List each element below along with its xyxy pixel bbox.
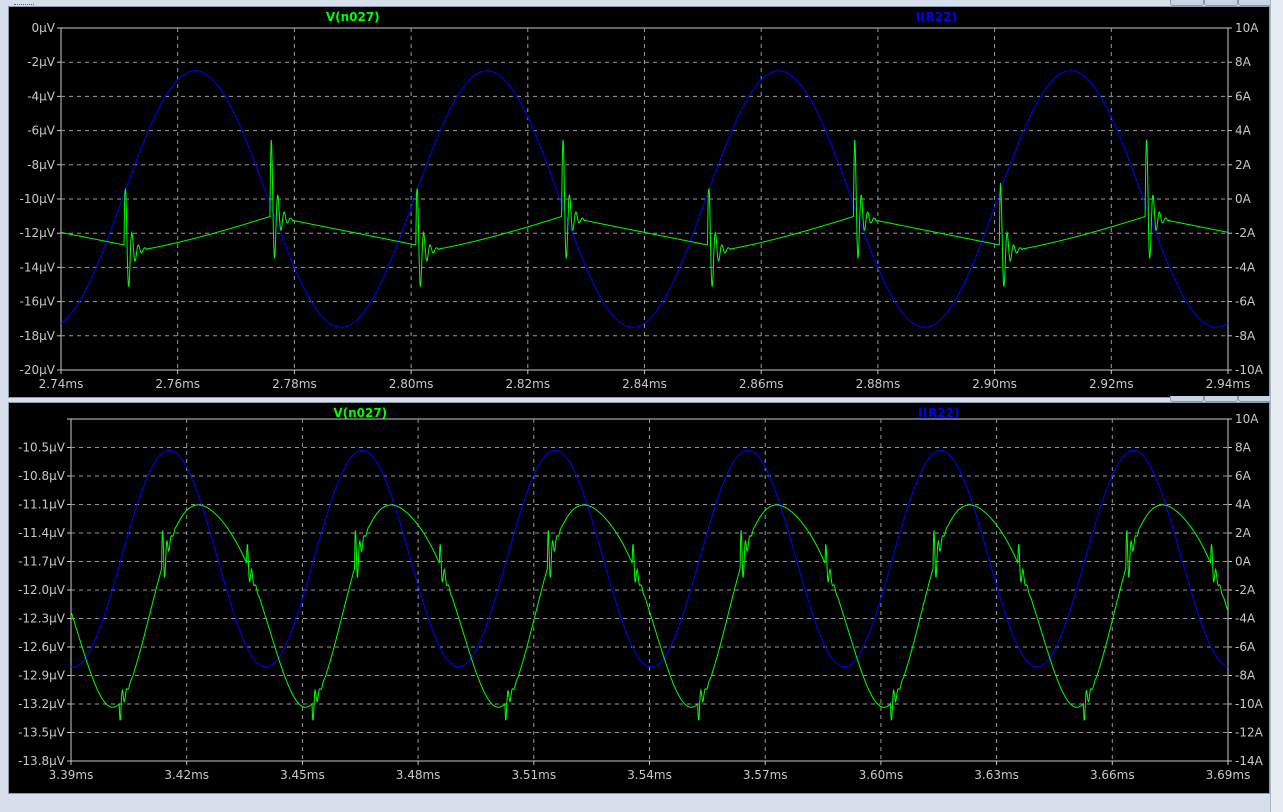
y-tick-label-left: -13.2µV <box>18 697 66 711</box>
x-tick-label: 3.39ms <box>49 768 94 782</box>
x-tick-label: 3.57ms <box>743 768 788 782</box>
waveform-pane-bottom[interactable]: 3.39ms 3.42ms 3.45ms 3.48ms 3.51ms 3.54ms 3.57… <box>8 402 1270 794</box>
x-tick-label: 2.82ms <box>505 377 550 391</box>
y-tick-label-right: -14A <box>1235 754 1264 768</box>
x-tick-label: 3.66ms <box>1090 768 1135 782</box>
trace-green <box>70 504 1229 721</box>
x-tick-label: 2.76ms <box>155 377 200 391</box>
plot-bottom[interactable]: 3.39ms 3.42ms 3.45ms 3.48ms 3.51ms 3.54ms 3.57… <box>9 403 1269 793</box>
x-tick-label: 2.90ms <box>972 377 1017 391</box>
y-tick-label-left: -20µV <box>20 363 56 377</box>
y-tick-label-left: -12.6µV <box>18 640 66 654</box>
y-tick-label-right: -2A <box>1235 226 1256 240</box>
x-tick-label: 2.86ms <box>739 377 784 391</box>
x-tick-label: 3.42ms <box>164 768 209 782</box>
x-tick-label: 2.92ms <box>1089 377 1134 391</box>
y-tick-label-left: -11.1µV <box>18 498 66 512</box>
x-tick-label: 3.60ms <box>859 768 904 782</box>
trace-label-ir22: I(R22) <box>916 10 957 24</box>
y-tick-label-left: -13.5µV <box>18 726 66 740</box>
x-tick-label: 3.63ms <box>974 768 1019 782</box>
waveform-pane-top[interactable]: 2.74ms 2.76ms 2.78ms 2.80ms 2.82ms 2.84ms 2.86… <box>8 6 1270 398</box>
window-grip[interactable] <box>14 0 34 5</box>
x-tick-label: 2.88ms <box>856 377 901 391</box>
y-tick-label-left: -10µV <box>20 192 56 206</box>
y-tick-label-right: -8A <box>1235 329 1256 343</box>
x-tick-label: 2.84ms <box>622 377 667 391</box>
y-tick-label-left: -18µV <box>20 329 56 343</box>
y-tick-label-right: 4A <box>1235 124 1252 138</box>
y-tick-label-left: 0µV <box>32 21 56 35</box>
y-tick-label-right: 4A <box>1235 498 1252 512</box>
scrollbar[interactable] <box>1270 0 1283 812</box>
y-tick-label-left: -6µV <box>27 124 56 138</box>
x-tick-label: 3.54ms <box>627 768 672 782</box>
trace-label-vn027: V(n027) <box>333 406 387 420</box>
y-tick-label-right: 2A <box>1235 158 1252 172</box>
x-tick-label: 3.51ms <box>511 768 556 782</box>
y-tick-label-right: 2A <box>1235 526 1252 540</box>
y-tick-label-right: 0A <box>1235 192 1252 206</box>
y-tick-label-left: -10.5µV <box>18 441 66 455</box>
trace-label-vn027: V(n027) <box>326 10 380 24</box>
y-tick-label-left: -12.9µV <box>18 669 66 683</box>
y-tick-label-right: 0A <box>1235 555 1252 569</box>
y-tick-label-right: -6A <box>1235 640 1256 654</box>
x-tick-label: 2.74ms <box>39 377 84 391</box>
y-tick-label-left: -12.0µV <box>18 583 66 597</box>
x-tick-label: 3.69ms <box>1206 768 1251 782</box>
y-tick-label-left: -2µV <box>27 55 56 69</box>
y-tick-label-right: -10A <box>1235 363 1264 377</box>
y-tick-label-right: -4A <box>1235 260 1256 274</box>
x-tick-label: 2.94ms <box>1206 377 1251 391</box>
y-tick-label-left: -8µV <box>27 158 56 172</box>
x-tick-label: 2.80ms <box>389 377 434 391</box>
x-tick-label: 3.45ms <box>280 768 325 782</box>
trace-label-ir22: I(R22) <box>918 406 959 420</box>
y-tick-label-left: -4µV <box>27 89 56 103</box>
y-tick-label-left: -16µV <box>20 295 56 309</box>
y-tick-label-right: -12A <box>1235 726 1264 740</box>
y-tick-label-left: -11.4µV <box>18 526 66 540</box>
plot-top[interactable]: 2.74ms 2.76ms 2.78ms 2.80ms 2.82ms 2.84ms 2.86… <box>9 7 1269 397</box>
y-tick-label-left: -14µV <box>20 260 56 274</box>
x-tick-label: 2.78ms <box>272 377 317 391</box>
y-tick-label-right: 6A <box>1235 89 1252 103</box>
y-tick-label-right: -4A <box>1235 612 1256 626</box>
y-tick-label-right: 10A <box>1235 21 1259 35</box>
y-tick-label-right: -6A <box>1235 295 1256 309</box>
y-tick-label-right: 8A <box>1235 55 1252 69</box>
y-tick-label-left: -11.7µV <box>18 555 66 569</box>
y-tick-label-right: 10A <box>1235 412 1259 426</box>
y-tick-label-left: -13.8µV <box>18 754 66 768</box>
y-tick-label-right: 8A <box>1235 441 1252 455</box>
y-tick-label-left: -12.3µV <box>18 612 66 626</box>
y-tick-label-right: -2A <box>1235 583 1256 597</box>
y-tick-label-right: -8A <box>1235 669 1256 683</box>
x-tick-label: 3.48ms <box>396 768 441 782</box>
y-tick-label-left: -12µV <box>20 226 56 240</box>
y-tick-label-right: 6A <box>1235 469 1252 483</box>
y-tick-label-left: -10.8µV <box>18 469 66 483</box>
y-tick-label-right: -10A <box>1235 697 1264 711</box>
